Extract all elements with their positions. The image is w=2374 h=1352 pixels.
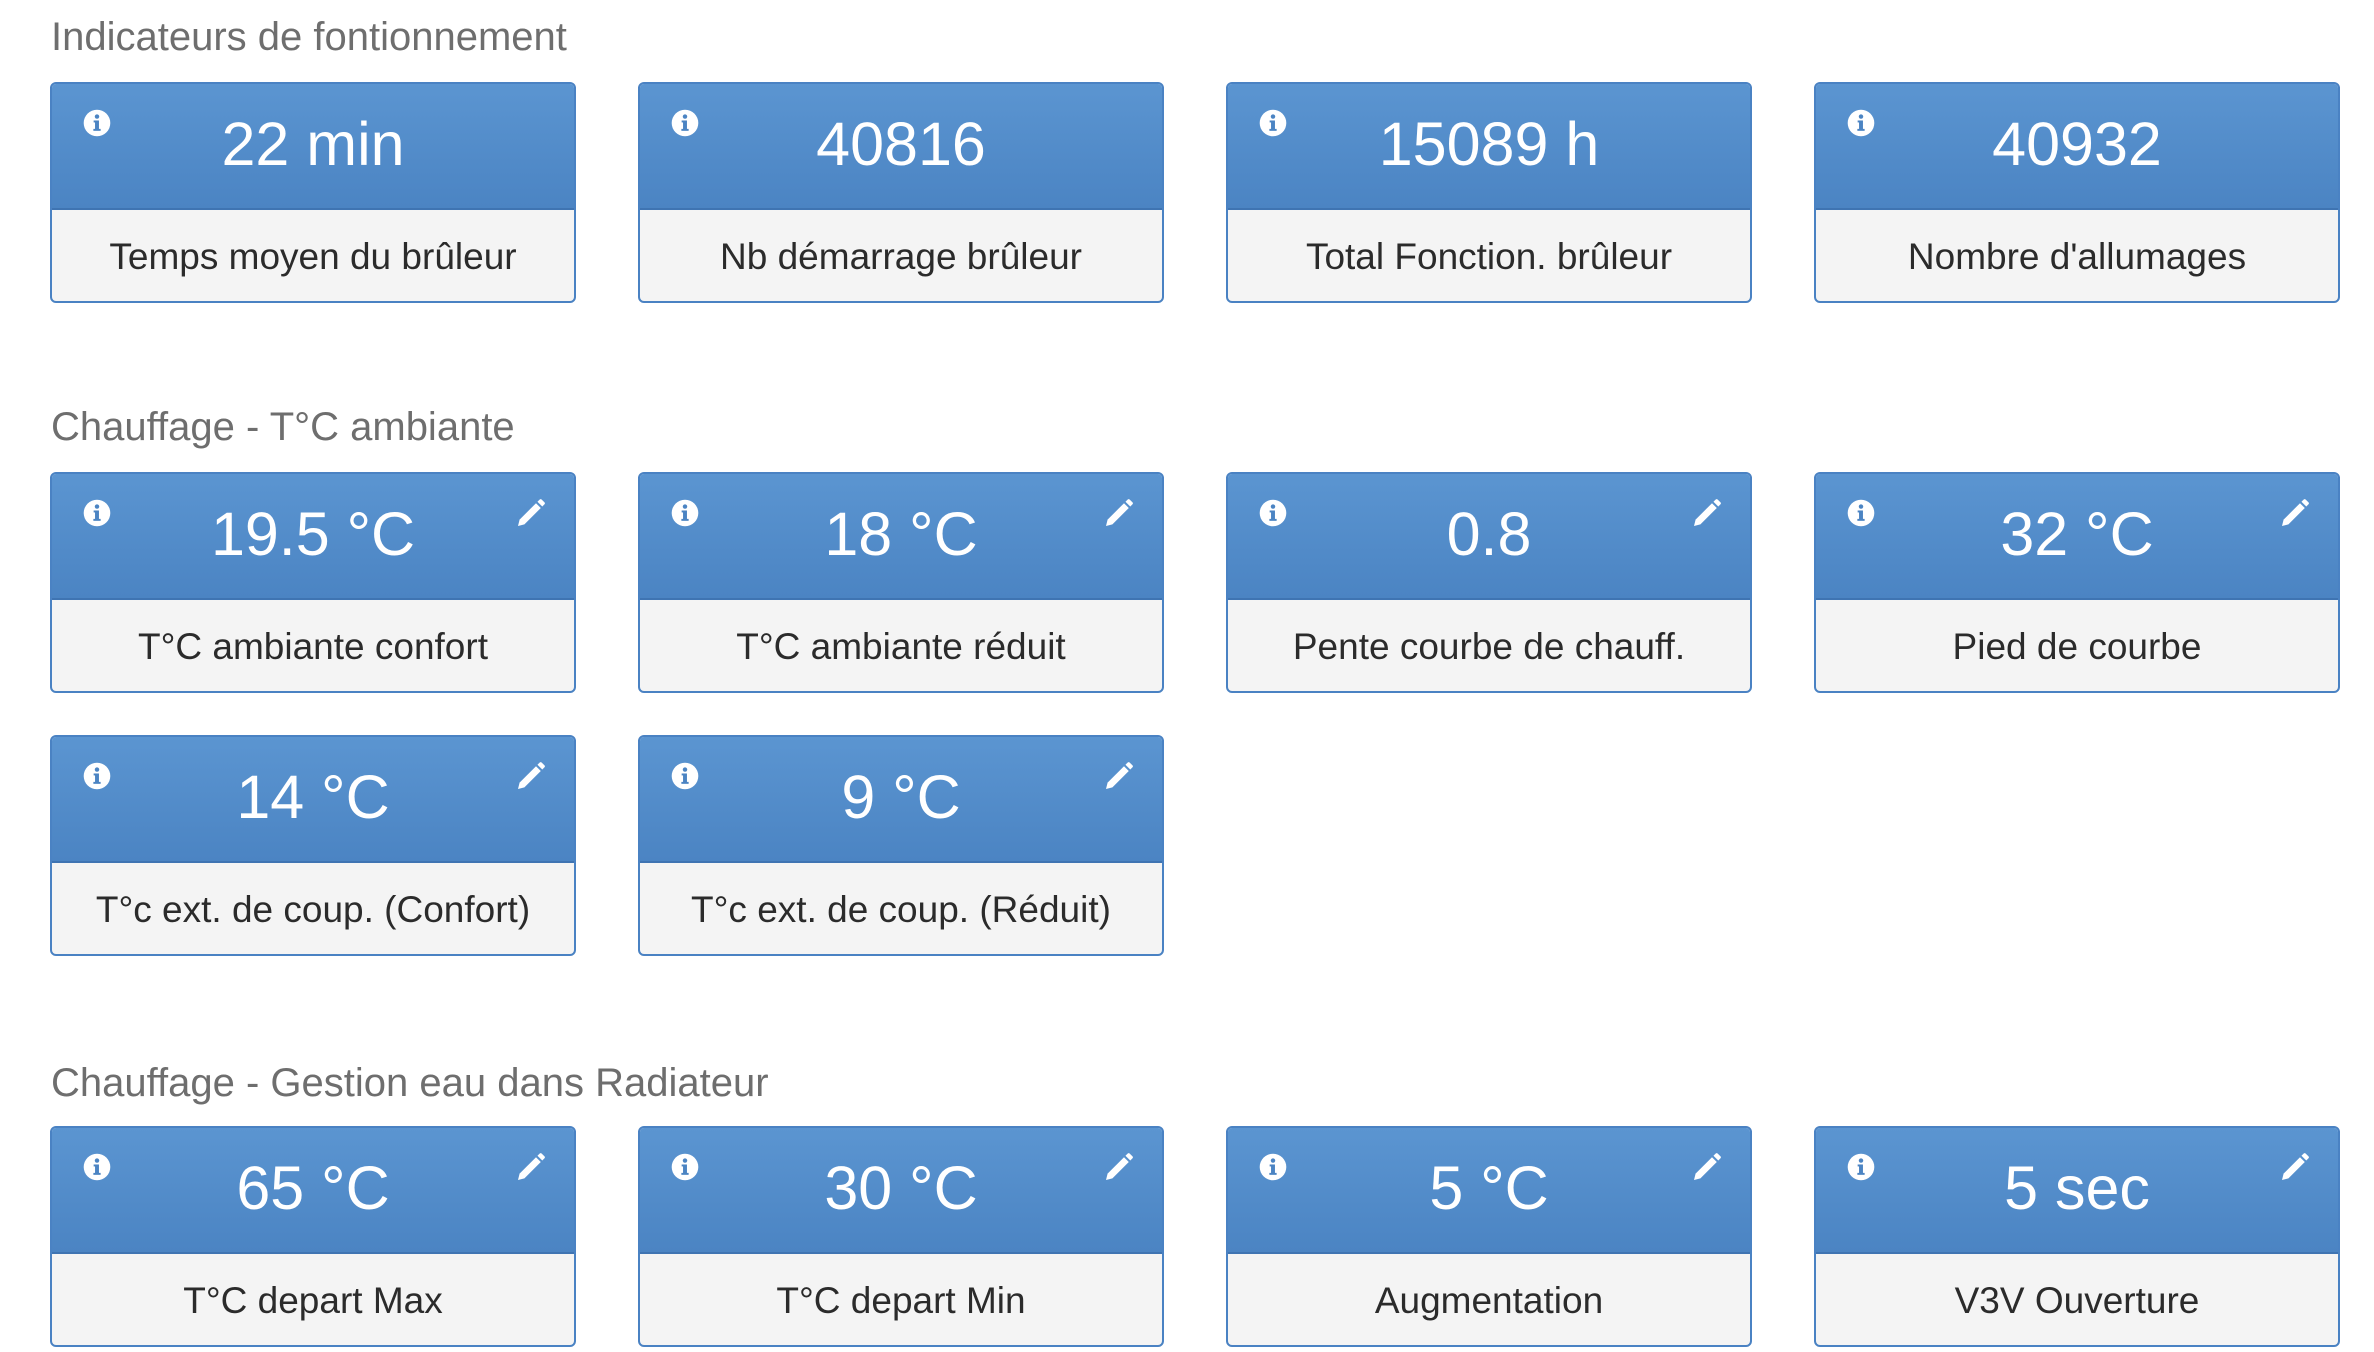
pencil-icon[interactable] xyxy=(514,1152,546,1184)
card-header: 40816 xyxy=(640,84,1162,210)
pencil-icon[interactable] xyxy=(1690,1152,1722,1184)
pencil-icon[interactable] xyxy=(2278,1152,2310,1184)
card-label: Augmentation xyxy=(1374,1280,1604,1321)
card-header: 40932 xyxy=(1816,84,2338,210)
pencil-icon[interactable] xyxy=(514,498,546,530)
card-nb-demarrage-bruleur: 40816 Nb démarrage brûleur xyxy=(638,82,1164,303)
pencil-icon[interactable] xyxy=(1102,1152,1134,1184)
card-value: 15089 h xyxy=(1378,110,1600,178)
card-value: 32 °C xyxy=(2000,500,2154,568)
card-label: T°c ext. de coup. (Confort) xyxy=(95,889,531,930)
card-augmentation: 5 °C Augmentation xyxy=(1226,1126,1752,1347)
pencil-icon[interactable] xyxy=(514,761,546,793)
section-title-indicateurs: Indicateurs de fontionnement xyxy=(51,15,567,59)
pencil-icon[interactable] xyxy=(1102,761,1134,793)
card-header: 0.8 xyxy=(1228,474,1750,600)
card-header: 14 °C xyxy=(52,737,574,863)
pencil-icon[interactable] xyxy=(1102,498,1134,530)
card-label: Total Fonction. brûleur xyxy=(1305,236,1673,277)
card-header: 5 °C xyxy=(1228,1128,1750,1254)
card-value: 65 °C xyxy=(236,1154,390,1222)
card-temp-ext-coupure-reduit: 9 °C T°c ext. de coup. (Réduit) xyxy=(638,735,1164,956)
card-label: T°C ambiante confort xyxy=(137,626,488,667)
card-header: 15089 h xyxy=(1228,84,1750,210)
card-header: 22 min xyxy=(52,84,574,210)
card-temp-depart-min: 30 °C T°C depart Min xyxy=(638,1126,1164,1347)
card-header: 9 °C xyxy=(640,737,1162,863)
card-label: T°C ambiante réduit xyxy=(736,626,1066,667)
card-label: T°c ext. de coup. (Réduit) xyxy=(691,889,1111,930)
section-title-temperature-ambiante: Chauffage - T°C ambiante xyxy=(51,405,515,449)
card-value: 5 sec xyxy=(2004,1154,2150,1222)
card-label: Nombre d'allumages xyxy=(1907,236,2247,277)
card-temp-ambiante-reduit: 18 °C T°C ambiante réduit xyxy=(638,472,1164,693)
card-nombre-allumages: 40932 Nombre d'allumages xyxy=(1814,82,2340,303)
pencil-icon[interactable] xyxy=(2278,498,2310,530)
section-title-gestion-eau: Chauffage - Gestion eau dans Radiateur xyxy=(51,1061,769,1105)
card-pente-courbe: 0.8 Pente courbe de chauff. xyxy=(1226,472,1752,693)
card-value: 9 °C xyxy=(841,763,961,831)
card-pied-de-courbe: 32 °C Pied de courbe xyxy=(1814,472,2340,693)
pencil-icon[interactable] xyxy=(1690,498,1722,530)
card-temp-depart-max: 65 °C T°C depart Max xyxy=(50,1126,576,1347)
card-label: Nb démarrage brûleur xyxy=(720,236,1082,277)
card-value: 0.8 xyxy=(1446,500,1532,568)
card-header: 30 °C xyxy=(640,1128,1162,1254)
card-total-fonction-bruleur: 15089 h Total Fonction. brûleur xyxy=(1226,82,1752,303)
card-label: T°C depart Max xyxy=(183,1280,443,1321)
card-v3v-ouverture: 5 sec V3V Ouverture xyxy=(1814,1126,2340,1347)
card-header: 5 sec xyxy=(1816,1128,2338,1254)
card-label: V3V Ouverture xyxy=(1954,1280,2200,1321)
card-value: 30 °C xyxy=(824,1154,978,1222)
card-value: 19.5 °C xyxy=(210,500,416,568)
card-temp-ambiante-confort: 19.5 °C T°C ambiante confort xyxy=(50,472,576,693)
card-value: 18 °C xyxy=(824,500,978,568)
card-label: Pente courbe de chauff. xyxy=(1292,626,1686,667)
card-header: 18 °C xyxy=(640,474,1162,600)
card-header: 65 °C xyxy=(52,1128,574,1254)
card-label: Temps moyen du brûleur xyxy=(109,236,517,277)
card-value: 22 min xyxy=(221,110,405,178)
card-header: 32 °C xyxy=(1816,474,2338,600)
card-label: T°C depart Min xyxy=(776,1280,1026,1321)
card-value: 40932 xyxy=(1992,110,2162,178)
card-value: 5 °C xyxy=(1429,1154,1549,1222)
card-temps-moyen-bruleur: 22 min Temps moyen du brûleur xyxy=(50,82,576,303)
card-value: 40816 xyxy=(816,110,986,178)
card-header: 19.5 °C xyxy=(52,474,574,600)
card-value: 14 °C xyxy=(236,763,390,831)
card-label: Pied de courbe xyxy=(1952,626,2202,667)
card-temp-ext-coupure-confort: 14 °C T°c ext. de coup. (Confort) xyxy=(50,735,576,956)
